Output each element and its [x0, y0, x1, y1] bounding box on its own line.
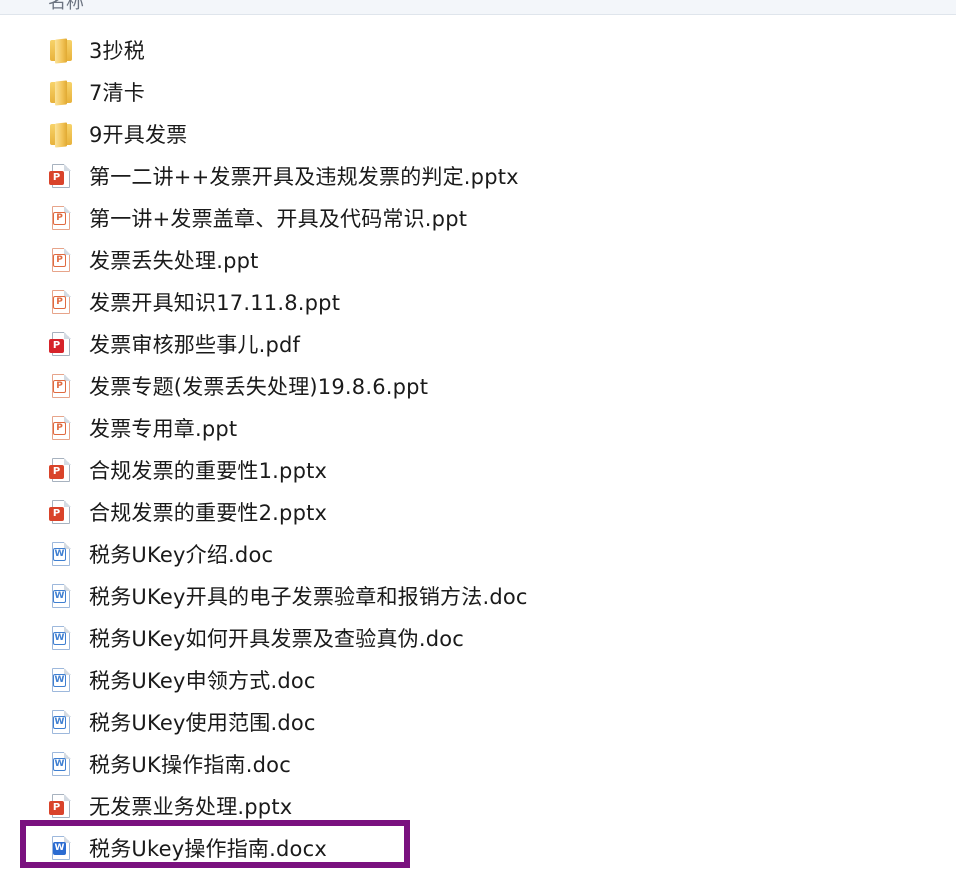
- file-name-label: 第一二讲++发票开具及违规发票的判定.pptx: [89, 165, 519, 189]
- file-row[interactable]: W 税务UKey申领方式.doc: [40, 662, 920, 698]
- file-name-label: 第一讲+发票盖章、开具及代码常识.ppt: [89, 207, 468, 231]
- file-row[interactable]: W 税务UKey介绍.doc: [40, 536, 920, 572]
- folder-icon: [48, 120, 74, 148]
- pdf-icon: P: [48, 330, 74, 358]
- file-name-label: 合规发票的重要性1.pptx: [89, 459, 328, 483]
- file-name-label: 税务UKey如何开具发票及查验真伪.doc: [89, 627, 465, 651]
- file-name-label: 发票审核那些事儿.pdf: [89, 333, 301, 357]
- doc-icon: W: [48, 708, 74, 736]
- file-list: 3抄税 7清卡 9开具发票 P 第一二讲++发票开具及违规发票的判定.pptx P 第一讲+…: [0, 0, 956, 890]
- ppt-icon: P: [48, 288, 74, 316]
- file-name-label: 税务UKey申领方式.doc: [89, 669, 316, 693]
- file-row[interactable]: P 发票审核那些事儿.pdf: [40, 326, 920, 362]
- file-name-label: 7清卡: [89, 81, 145, 105]
- file-name-label: 发票开具知识17.11.8.ppt: [89, 291, 341, 315]
- file-row[interactable]: P 发票丢失处理.ppt: [40, 242, 920, 278]
- folder-row[interactable]: 3抄税: [40, 32, 920, 68]
- ppt-icon: P: [48, 204, 74, 232]
- file-name-label: 9开具发票: [89, 123, 188, 147]
- folder-icon: [48, 78, 74, 106]
- highlight-annotation-box: [20, 820, 410, 868]
- file-row[interactable]: P 无发票业务处理.pptx: [40, 788, 920, 824]
- file-row[interactable]: P 第一二讲++发票开具及违规发票的判定.pptx: [40, 158, 920, 194]
- file-name-label: 税务UKey介绍.doc: [89, 543, 274, 567]
- folder-row[interactable]: 9开具发票: [40, 116, 920, 152]
- file-name-label: 3抄税: [89, 39, 145, 63]
- doc-icon: W: [48, 582, 74, 610]
- doc-icon: W: [48, 666, 74, 694]
- pptx-icon: P: [48, 792, 74, 820]
- file-name-label: 税务UKey开具的电子发票验章和报销方法.doc: [89, 585, 528, 609]
- file-row[interactable]: W 税务UKey如何开具发票及查验真伪.doc: [40, 620, 920, 656]
- ppt-icon: P: [48, 372, 74, 400]
- file-name-label: 无发票业务处理.pptx: [89, 795, 293, 819]
- file-name-label: 税务UK操作指南.doc: [89, 753, 291, 777]
- file-name-label: 发票专用章.ppt: [89, 417, 238, 441]
- folder-row[interactable]: 7清卡: [40, 74, 920, 110]
- file-row[interactable]: W 税务UKey使用范围.doc: [40, 704, 920, 740]
- pptx-icon: P: [48, 162, 74, 190]
- file-row[interactable]: P 合规发票的重要性1.pptx: [40, 452, 920, 488]
- file-row[interactable]: P 第一讲+发票盖章、开具及代码常识.ppt: [40, 200, 920, 236]
- pptx-icon: P: [48, 456, 74, 484]
- file-row[interactable]: P 发票开具知识17.11.8.ppt: [40, 284, 920, 320]
- folder-icon: [48, 36, 74, 64]
- pptx-icon: P: [48, 498, 74, 526]
- file-row[interactable]: W 税务UK操作指南.doc: [40, 746, 920, 782]
- file-row[interactable]: P 合规发票的重要性2.pptx: [40, 494, 920, 530]
- file-name-label: 合规发票的重要性2.pptx: [89, 501, 328, 525]
- doc-icon: W: [48, 750, 74, 778]
- file-row[interactable]: W 税务UKey开具的电子发票验章和报销方法.doc: [40, 578, 920, 614]
- file-name-label: 发票专题(发票丢失处理)19.8.6.ppt: [89, 375, 429, 399]
- ppt-icon: P: [48, 246, 74, 274]
- file-row[interactable]: P 发票专题(发票丢失处理)19.8.6.ppt: [40, 368, 920, 404]
- file-name-label: 税务UKey使用范围.doc: [89, 711, 316, 735]
- file-row[interactable]: P 发票专用章.ppt: [40, 410, 920, 446]
- doc-icon: W: [48, 624, 74, 652]
- ppt-icon: P: [48, 414, 74, 442]
- file-name-label: 发票丢失处理.ppt: [89, 249, 259, 273]
- doc-icon: W: [48, 540, 74, 568]
